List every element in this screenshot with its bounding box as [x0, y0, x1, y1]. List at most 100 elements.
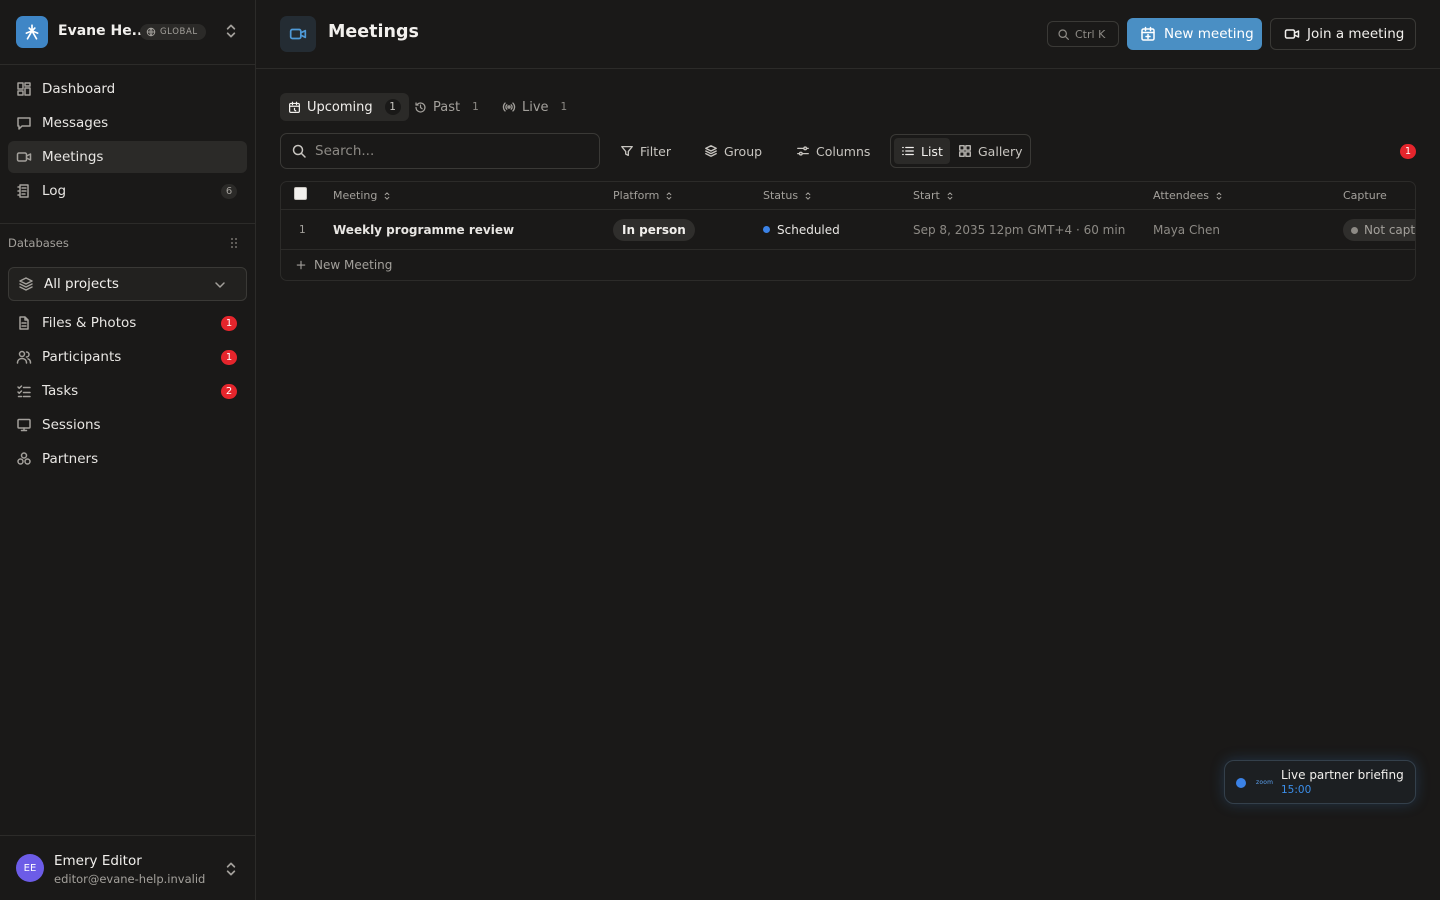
- sort-icon: [667, 191, 672, 200]
- workspace-badge-label: GLOBAL: [160, 27, 198, 37]
- sort-icon: [805, 191, 811, 200]
- nav-item-sessions[interactable]: Sessions: [8, 409, 247, 441]
- user-email: editor@evane-help.invalid: [54, 872, 206, 886]
- columns-label: Columns: [816, 143, 871, 159]
- new-meeting-button[interactable]: New meeting: [1127, 18, 1262, 50]
- shortcut-label: Ctrl K: [1075, 27, 1106, 41]
- message-icon: [17, 117, 31, 130]
- column-header-start[interactable]: Start: [913, 189, 955, 202]
- search-input-wrapper: [280, 133, 600, 169]
- group-button[interactable]: Group: [698, 138, 768, 164]
- row-index: 1: [299, 224, 306, 236]
- nav-item-meetings[interactable]: Meetings: [8, 141, 247, 173]
- view-list-button[interactable]: List: [894, 138, 950, 164]
- project-select-value: All projects: [44, 276, 119, 292]
- broadcast-icon: [502, 102, 516, 112]
- tasks-count-badge: 2: [221, 384, 237, 399]
- column-header-attendees[interactable]: Attendees: [1153, 189, 1224, 202]
- chevron-down-icon: [215, 282, 225, 288]
- filter-label: Filter: [640, 143, 671, 159]
- list-icon: [902, 146, 914, 156]
- columns-button[interactable]: Columns: [790, 138, 876, 164]
- tab-label: Upcoming: [307, 99, 373, 115]
- log-count-badge: 6: [221, 184, 237, 199]
- live-meeting-title: Live partner briefing: [1281, 768, 1404, 782]
- video-icon: [1284, 29, 1300, 39]
- calendar-clock-icon: [289, 101, 300, 113]
- tab-count: 1: [384, 99, 401, 115]
- nav-item-dashboard[interactable]: Dashboard: [8, 73, 247, 105]
- nav-item-tasks[interactable]: Tasks 2: [8, 375, 247, 407]
- table-row[interactable]: 1 Weekly programme review In person Sche…: [281, 210, 1415, 250]
- capture-status-pill: Not captured: [1343, 219, 1415, 241]
- nav-item-label: Sessions: [42, 417, 101, 433]
- presentation-icon: [17, 418, 31, 432]
- live-meeting-card[interactable]: zoom Live partner briefing 15:00: [1224, 760, 1416, 804]
- video-icon: [280, 16, 316, 52]
- chevron-up-down-icon[interactable]: [222, 860, 240, 878]
- filter-button[interactable]: Filter: [614, 138, 677, 164]
- view-gallery-label: Gallery: [978, 143, 1023, 159]
- partners-icon: [17, 452, 31, 465]
- platform-pill: In person: [613, 219, 695, 241]
- nav-item-label: Meetings: [42, 149, 104, 165]
- drag-handle-icon[interactable]: [229, 237, 239, 249]
- status-label: Scheduled: [777, 223, 840, 237]
- log-icon: [17, 184, 29, 198]
- group-label: Group: [724, 143, 763, 159]
- section-divider: [0, 223, 255, 224]
- column-label: Attendees: [1153, 189, 1209, 202]
- layers-icon: [705, 145, 717, 157]
- notification-badge[interactable]: 1: [1400, 144, 1416, 159]
- new-meeting-label: New meeting: [1164, 26, 1254, 42]
- duration: · 60 min: [1075, 223, 1126, 237]
- column-header-platform[interactable]: Platform: [613, 189, 674, 202]
- tab-past[interactable]: Past 1: [406, 93, 487, 121]
- column-header-status[interactable]: Status: [763, 189, 813, 202]
- column-header-meeting[interactable]: Meeting: [333, 189, 392, 202]
- view-list-label: List: [921, 143, 943, 159]
- page-header: Meetings Ctrl K New meeting Join a meeti…: [256, 0, 1440, 69]
- search-icon: [1058, 28, 1069, 40]
- capture-dot: [1351, 226, 1358, 234]
- nav-item-label: Participants: [42, 349, 122, 365]
- column-label: Start: [913, 189, 940, 202]
- chevron-up-down-icon[interactable]: [222, 22, 240, 40]
- nav-item-log[interactable]: Log 6: [8, 175, 247, 207]
- tab-live[interactable]: Live 1: [494, 93, 575, 121]
- nav-item-messages[interactable]: Messages: [8, 107, 247, 139]
- sidebar: Evane He... GLOBAL Dashboard Messages Me…: [0, 0, 256, 900]
- nav-item-partners[interactable]: Partners: [8, 443, 247, 475]
- status-dot: [763, 226, 770, 233]
- tasks-icon: [17, 385, 31, 398]
- start-datetime: Sep 8, 2035 12pm GMT+4: [913, 223, 1073, 237]
- files-count-badge: 1: [221, 316, 237, 331]
- zoom-logo: zoom: [1256, 779, 1274, 786]
- sort-icon: [947, 191, 953, 200]
- add-meeting-row-button[interactable]: New Meeting: [295, 258, 392, 272]
- tab-count: 1: [560, 101, 568, 113]
- tab-count: 1: [472, 101, 479, 113]
- workspace-scope-badge: GLOBAL: [140, 24, 206, 40]
- column-header-capture[interactable]: Capture: [1343, 189, 1387, 202]
- databases-label: Databases: [8, 236, 69, 250]
- workspace-switcher[interactable]: Evane He... GLOBAL: [0, 0, 255, 65]
- tab-upcoming[interactable]: Upcoming 1: [280, 93, 409, 121]
- tab-label: Live: [522, 99, 549, 115]
- workspace-name: Evane He...: [58, 23, 148, 39]
- command-search-button[interactable]: Ctrl K: [1047, 21, 1119, 47]
- nav-item-files-photos[interactable]: Files & Photos 1: [8, 307, 247, 339]
- join-meeting-button[interactable]: Join a meeting: [1270, 18, 1416, 50]
- live-meeting-time: 15:00: [1281, 784, 1312, 796]
- user-menu[interactable]: EE Emery Editor editor@evane-help.invali…: [0, 835, 255, 900]
- nav-item-participants[interactable]: Participants 1: [8, 341, 247, 373]
- tab-label: Past: [433, 99, 461, 115]
- users-icon: [16, 350, 32, 364]
- page-title: Meetings: [328, 22, 419, 42]
- view-gallery-button[interactable]: Gallery: [951, 138, 1030, 164]
- search-input[interactable]: [315, 143, 585, 159]
- select-all-checkbox[interactable]: [294, 187, 307, 200]
- participants-count-badge: 1: [221, 350, 237, 365]
- project-select[interactable]: All projects: [8, 267, 247, 301]
- meeting-name[interactable]: Weekly programme review: [333, 223, 514, 237]
